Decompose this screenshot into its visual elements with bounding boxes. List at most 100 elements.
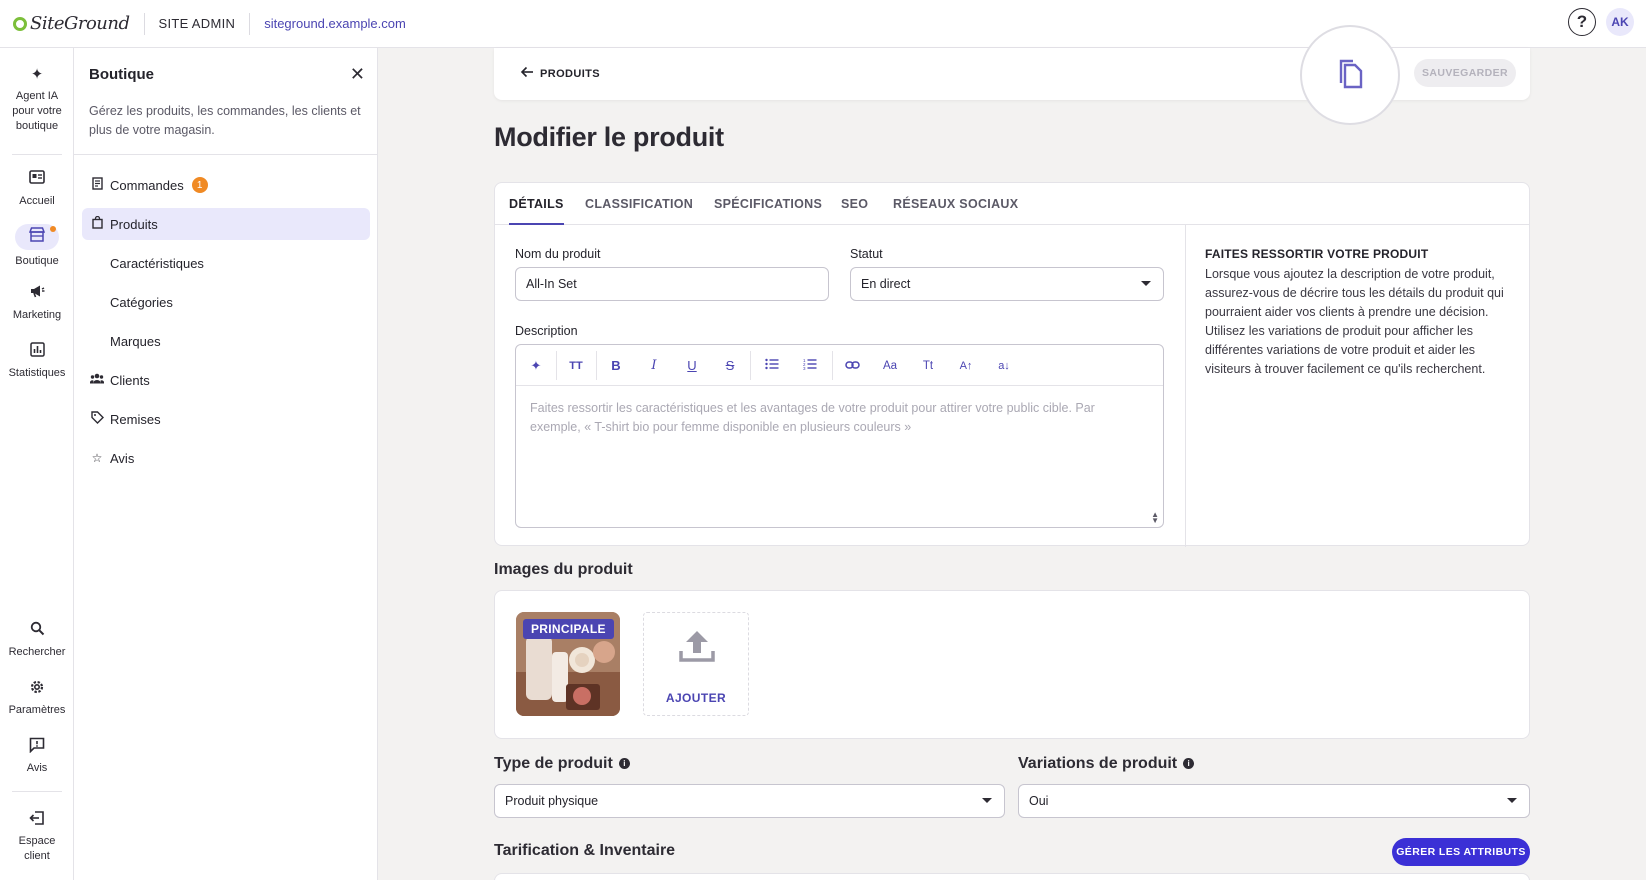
- bag-icon: [90, 215, 104, 232]
- rail-label: Accueil: [19, 195, 55, 207]
- help-icon[interactable]: ?: [1568, 8, 1596, 36]
- logo[interactable]: SiteGround: [13, 0, 130, 48]
- icon-rail: ✦ Agent IA pour votre boutique Accueil B…: [0, 48, 74, 880]
- info-icon[interactable]: i: [1183, 758, 1195, 769]
- chevron-down-icon: [982, 798, 992, 803]
- sidebar-item-categories[interactable]: Catégories: [82, 286, 370, 318]
- rail-item-search[interactable]: Rechercher: [0, 621, 74, 660]
- sidebar-item-discounts[interactable]: Remises: [82, 403, 370, 435]
- save-button[interactable]: SAUVEGARDER: [1414, 59, 1516, 87]
- details-card: DÉTAILS CLASSIFICATION SPÉCIFICATIONS SE…: [494, 182, 1530, 547]
- text-case-icon[interactable]: Tt: [918, 356, 938, 376]
- sidebar-item-brands[interactable]: Marques: [82, 325, 370, 357]
- product-name-label: Nom du produit: [515, 247, 601, 261]
- tab-bar: DÉTAILS CLASSIFICATION SPÉCIFICATIONS SE…: [495, 183, 1529, 225]
- sidebar-item-orders[interactable]: Commandes 1: [82, 169, 370, 201]
- add-image-button[interactable]: AJOUTER: [643, 612, 749, 716]
- status-select[interactable]: En direct: [850, 267, 1164, 301]
- tab-seo[interactable]: SEO: [841, 183, 868, 225]
- tab-specifications[interactable]: SPÉCIFICATIONS: [714, 183, 822, 225]
- back-to-products-link[interactable]: PRODUITS: [520, 65, 600, 82]
- divider: [556, 351, 557, 380]
- receipt-icon: [90, 177, 104, 193]
- duplicate-button[interactable]: [1300, 25, 1400, 125]
- tab-details[interactable]: DÉTAILS: [509, 183, 564, 225]
- main-image-tag: PRINCIPALE: [523, 619, 614, 639]
- superscript-icon[interactable]: A↑: [956, 356, 976, 376]
- close-icon[interactable]: ✕: [350, 64, 365, 85]
- rail-label: Rechercher: [8, 646, 66, 658]
- divider: [12, 154, 62, 155]
- rail-label: Agent IA pour votre boutique: [12, 90, 62, 132]
- product-image-thumbnail[interactable]: PRINCIPALE: [516, 612, 620, 716]
- rail-item-reviews[interactable]: Avis: [0, 737, 74, 776]
- rail-item-client-area[interactable]: Espace client: [0, 810, 74, 864]
- site-domain-link[interactable]: siteground.example.com: [264, 16, 406, 31]
- tab-classification[interactable]: CLASSIFICATION: [585, 183, 693, 225]
- divider: [249, 12, 251, 35]
- chevron-down-icon: [1141, 281, 1151, 286]
- resize-handle-icon[interactable]: ▲ ▼: [1151, 511, 1159, 525]
- tab-social[interactable]: RÉSEAUX SOCIAUX: [893, 183, 1018, 225]
- logo-text: SiteGround: [30, 13, 130, 34]
- rail-item-home[interactable]: Accueil: [0, 170, 74, 209]
- sidebar-item-reviews[interactable]: ☆ Avis: [82, 442, 370, 474]
- rail-item-ai-agent[interactable]: ✦ Agent IA pour votre boutique: [0, 65, 74, 134]
- home-icon: [27, 170, 47, 190]
- divider: [74, 154, 378, 155]
- divider: [596, 351, 597, 380]
- section-label: SITE ADMIN: [158, 16, 236, 31]
- product-header-bar: PRODUITS SAUVEGARDER: [494, 25, 1530, 125]
- rail-label: Avis: [26, 762, 48, 774]
- divider: [750, 351, 751, 380]
- sidebar-item-label: Caractéristiques: [110, 255, 204, 271]
- store-icon: [27, 227, 47, 247]
- numbered-list-icon[interactable]: 123: [800, 356, 820, 376]
- search-icon: [27, 621, 47, 641]
- variations-select[interactable]: Oui: [1018, 784, 1530, 818]
- strikethrough-icon[interactable]: S: [720, 356, 740, 376]
- logo-icon: [13, 16, 27, 31]
- rail-item-settings[interactable]: Paramètres: [0, 679, 74, 718]
- rail-item-statistics[interactable]: Statistiques: [0, 342, 74, 381]
- sidebar-item-label: Avis: [110, 450, 135, 466]
- gear-icon: [27, 679, 47, 699]
- italic-icon[interactable]: I: [644, 356, 664, 376]
- add-image-label: AJOUTER: [665, 691, 727, 705]
- description-editor: ✦ TT B I U S 123 Aa Tt A↑ a↓ Faites ress…: [515, 344, 1164, 528]
- underline-icon[interactable]: U: [682, 356, 702, 376]
- ai-sparkle-icon[interactable]: ✦: [526, 356, 546, 376]
- sidebar-item-label: Catégories: [110, 294, 173, 310]
- manage-attributes-button[interactable]: GÉRER LES ATTRIBUTS: [1392, 838, 1530, 866]
- divider: [143, 12, 145, 35]
- info-icon[interactable]: i: [618, 758, 630, 769]
- description-textarea[interactable]: Faites ressortir les caractéristiques et…: [530, 399, 1120, 437]
- sidebar-item-characteristics[interactable]: Caractéristiques: [82, 247, 370, 279]
- product-name-input[interactable]: All-In Set: [515, 267, 829, 301]
- bullet-list-icon[interactable]: [762, 356, 782, 376]
- sidebar-item-customers[interactable]: Clients: [82, 364, 370, 396]
- product-type-select[interactable]: Produit physique: [494, 784, 1005, 818]
- sidebar-item-products[interactable]: Produits: [82, 208, 370, 240]
- pricing-card: [494, 873, 1530, 880]
- tag-icon: [90, 411, 104, 427]
- font-size-icon[interactable]: Aa: [880, 356, 900, 376]
- avatar[interactable]: AK: [1606, 8, 1634, 36]
- rail-label: Marketing: [12, 309, 62, 321]
- megaphone-icon: [27, 284, 47, 304]
- rail-item-shop[interactable]: Boutique: [0, 224, 74, 269]
- link-icon[interactable]: [842, 356, 862, 376]
- images-section-title: Images du produit: [494, 561, 633, 578]
- product-type-label: Type de produit i: [494, 755, 630, 773]
- rail-label: Espace client: [18, 835, 56, 862]
- bold-icon[interactable]: B: [606, 356, 626, 376]
- subscript-icon[interactable]: a↓: [994, 356, 1014, 376]
- divider: [832, 351, 833, 380]
- heading-icon[interactable]: TT: [566, 356, 586, 376]
- variations-value: Oui: [1029, 794, 1049, 808]
- users-icon: [89, 373, 105, 387]
- status-value: En direct: [861, 277, 911, 291]
- rail-item-marketing[interactable]: Marketing: [0, 284, 74, 323]
- sidebar-item-label: Produits: [110, 216, 158, 232]
- chevron-down-icon: [1507, 798, 1517, 803]
